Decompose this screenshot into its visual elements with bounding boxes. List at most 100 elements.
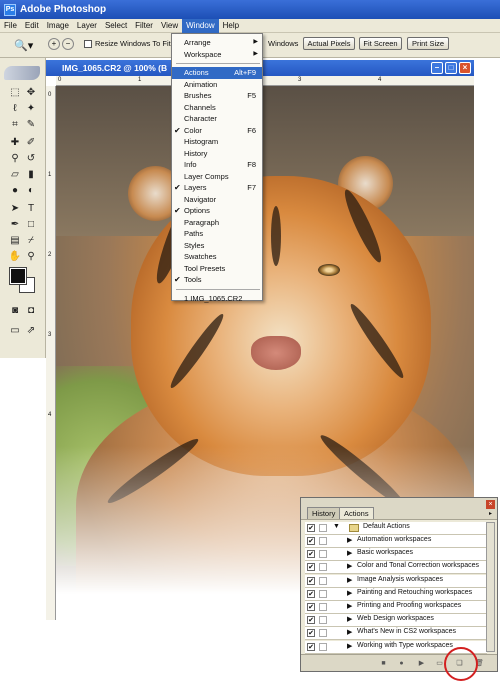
quick-mask-icon[interactable]: ◙ (8, 304, 22, 318)
dodge-tool-icon[interactable]: ◐ (24, 184, 38, 198)
window-menu-item-options[interactable]: ✔ Options (172, 205, 262, 217)
imageready-icon[interactable]: ⇗ (24, 324, 38, 338)
tab-actions[interactable]: Actions (339, 507, 374, 519)
gradient-tool-icon[interactable]: ▮ (24, 168, 38, 182)
move-tool-icon[interactable]: ✥ (24, 86, 38, 100)
action-toggle-checkbox[interactable]: ✔ (307, 629, 315, 638)
window-menu-item-paragraph[interactable]: Paragraph (172, 217, 262, 229)
dialog-toggle-checkbox[interactable] (319, 589, 327, 598)
expand-triangle-icon[interactable]: ▶ (347, 628, 352, 636)
action-row[interactable]: ✔ ▶ Image Analysis workspaces (305, 574, 487, 588)
action-row[interactable]: ✔ ▶ Printing and Proofing workspaces (305, 601, 487, 614)
screen-mode-icon[interactable]: ▭ (8, 324, 22, 338)
action-row[interactable]: ✔ ▶ Basic workspaces (305, 548, 487, 562)
zoom-in-icon[interactable]: + (48, 38, 60, 50)
window-menu-item-tools[interactable]: ✔ Tools (172, 274, 262, 286)
pen-tool-icon[interactable]: ✒ (8, 218, 22, 232)
maximize-button[interactable]: □ (445, 62, 457, 74)
marquee-tool-icon[interactable]: ⬚ (8, 86, 22, 100)
expand-triangle-icon[interactable]: ▶ (347, 562, 352, 570)
expand-triangle-icon[interactable]: ▶ (347, 602, 352, 610)
window-menu-item-workspace[interactable]: Workspace ▶ (172, 49, 262, 61)
expand-triangle-icon[interactable]: ▶ (347, 549, 352, 557)
blur-tool-icon[interactable]: ● (8, 184, 22, 198)
zoom-out-icon[interactable]: − (62, 38, 74, 50)
palette-scrollbar[interactable] (486, 522, 495, 652)
menu-window[interactable]: Window (182, 18, 219, 33)
close-button[interactable]: × (459, 62, 471, 74)
fit-screen-button[interactable]: Fit Screen (359, 37, 402, 50)
window-menu-item-styles[interactable]: Styles (172, 240, 262, 252)
crop-tool-icon[interactable]: ⌗ (8, 118, 22, 132)
palette-menu-icon[interactable]: ▸ (486, 510, 495, 519)
window-menu-item-layer-comps[interactable]: Layer Comps (172, 171, 262, 183)
window-menu-item-brushes[interactable]: Brushes F5 (172, 90, 262, 102)
dialog-toggle-checkbox[interactable] (319, 524, 327, 532)
actual-pixels-button[interactable]: Actual Pixels (303, 37, 355, 50)
menu-filter[interactable]: Filter (131, 19, 157, 33)
action-toggle-checkbox[interactable]: ✔ (307, 576, 315, 585)
minimize-button[interactable]: – (431, 62, 443, 74)
dialog-toggle-checkbox[interactable] (319, 642, 327, 651)
foreground-color-swatch[interactable] (9, 267, 27, 285)
action-toggle-checkbox[interactable]: ✔ (307, 550, 315, 559)
type-tool-icon[interactable]: T (24, 202, 38, 216)
window-menu-item-info[interactable]: Info F8 (172, 159, 262, 171)
menu-select[interactable]: Select (101, 19, 131, 33)
lasso-tool-icon[interactable]: ℓ (8, 102, 22, 116)
action-toggle-checkbox[interactable]: ✔ (307, 616, 315, 625)
expand-triangle-icon[interactable]: ▶ (347, 536, 352, 544)
expand-triangle-icon[interactable]: ▶ (347, 576, 352, 584)
brush-tool-icon[interactable]: ✐ (24, 136, 38, 150)
window-menu-item-character[interactable]: Character (172, 113, 262, 125)
window-menu-item-histogram[interactable]: Histogram (172, 136, 262, 148)
eraser-tool-icon[interactable]: ▱ (8, 168, 22, 182)
action-row[interactable]: ✔ ▶ Web Design workspaces (305, 614, 487, 628)
action-toggle-checkbox[interactable]: ✔ (307, 589, 315, 598)
clone-stamp-icon[interactable]: ⚲ (8, 152, 22, 166)
record-icon[interactable]: ● (397, 659, 406, 668)
expand-triangle-icon[interactable]: ▼ (333, 523, 340, 530)
new-set-icon[interactable]: ▭ (435, 659, 444, 668)
resize-windows-checkbox[interactable] (84, 40, 92, 48)
menu-image[interactable]: Image (43, 19, 73, 33)
action-row[interactable]: ✔ ▶ What's New in CS2 workspaces (305, 627, 487, 641)
expand-triangle-icon[interactable]: ▶ (347, 615, 352, 623)
dialog-toggle-checkbox[interactable] (319, 616, 327, 625)
window-menu-item-history[interactable]: History (172, 148, 262, 160)
expand-triangle-icon[interactable]: ▶ (347, 589, 352, 597)
window-menu-item-color[interactable]: ✔ Color F6 (172, 125, 262, 137)
window-menu-item-actions[interactable]: Actions Alt+F9 (172, 67, 262, 79)
action-toggle-checkbox[interactable]: ✔ (307, 563, 315, 572)
action-row[interactable]: ✔ ▶ Painting and Retouching workspaces (305, 587, 487, 601)
zoom-tool-icon[interactable]: 🔍▾ (14, 39, 33, 52)
dialog-toggle-checkbox[interactable] (319, 550, 327, 559)
window-menu-item-channels[interactable]: Channels (172, 102, 262, 114)
action-toggle-checkbox[interactable]: ✔ (307, 642, 315, 651)
menu-layer[interactable]: Layer (73, 19, 101, 33)
eyedropper-icon[interactable]: ⌿ (24, 234, 38, 248)
slice-tool-icon[interactable]: ✎ (24, 118, 38, 132)
play-icon[interactable]: ▶ (417, 659, 426, 668)
window-menu-item-tool-presets[interactable]: Tool Presets (172, 263, 262, 275)
dialog-toggle-checkbox[interactable] (319, 563, 327, 572)
menu-view[interactable]: View (157, 19, 182, 33)
action-row[interactable]: ✔ ▶ Automation workspaces (305, 535, 487, 548)
path-selection-icon[interactable]: ➤ (8, 202, 22, 216)
action-row[interactable]: ✔ ▶ Color and Tonal Correction workspaces (305, 561, 487, 575)
window-menu-item-1-img-1065-cr2[interactable]: 1 IMG_1065.CR2 (172, 293, 262, 305)
window-menu-item-navigator[interactable]: Navigator (172, 194, 262, 206)
healing-brush-icon[interactable]: ✚ (8, 136, 22, 150)
notes-tool-icon[interactable]: ▤ (8, 234, 22, 248)
palette-close-icon[interactable]: × (486, 500, 495, 509)
dialog-toggle-checkbox[interactable] (319, 576, 327, 585)
print-size-button[interactable]: Print Size (407, 37, 449, 50)
magic-wand-icon[interactable]: ✦ (24, 102, 38, 116)
action-toggle-checkbox[interactable]: ✔ (307, 537, 315, 545)
quick-mask-mode-icon[interactable]: ◘ (24, 304, 38, 318)
expand-triangle-icon[interactable]: ▶ (347, 642, 352, 650)
menu-help[interactable]: Help (219, 19, 243, 33)
zoom-tool-icon[interactable]: ⚲ (24, 250, 38, 264)
window-menu-item-swatches[interactable]: Swatches (172, 251, 262, 263)
hand-tool-icon[interactable]: ✋ (8, 250, 22, 264)
